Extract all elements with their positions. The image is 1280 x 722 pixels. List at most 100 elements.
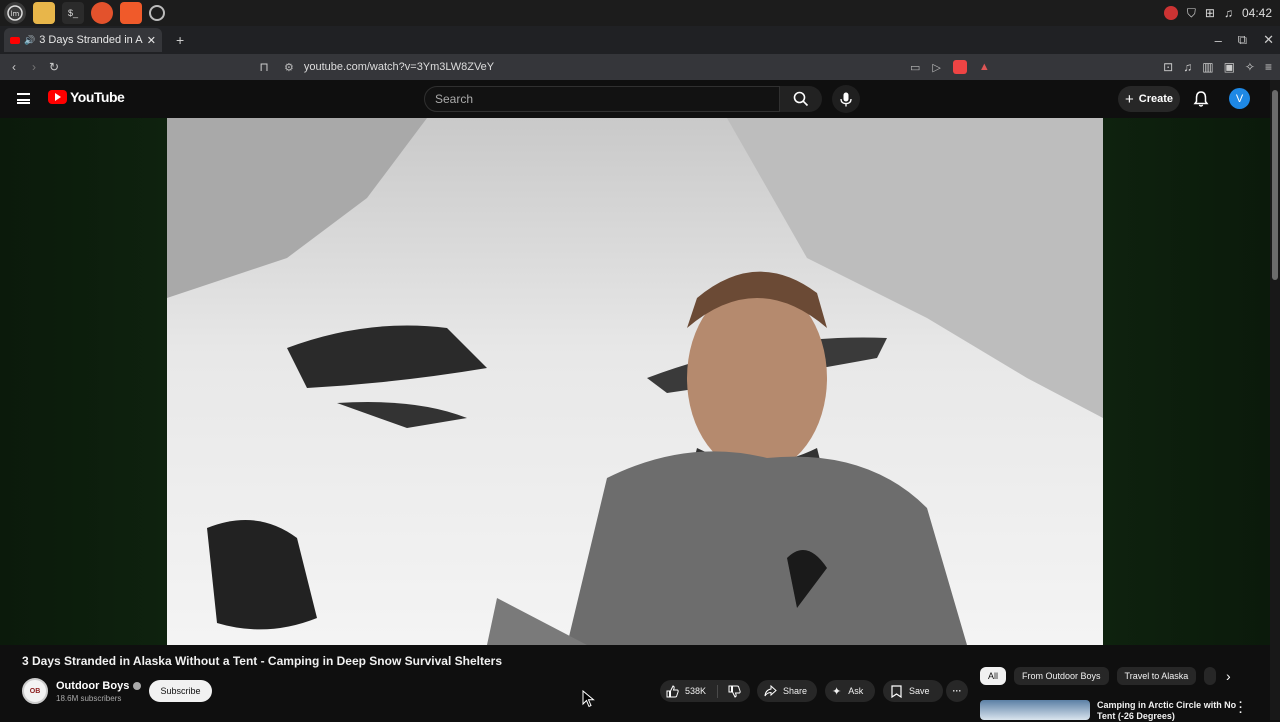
save-label: Save bbox=[909, 686, 930, 696]
video-title: 3 Days Stranded in Alaska Without a Tent… bbox=[22, 654, 502, 668]
recommended-title[interactable]: Camping in Arctic Circle with No Tent (-… bbox=[1097, 700, 1237, 722]
music-icon[interactable]: ♫ bbox=[1224, 6, 1233, 20]
ask-button[interactable]: ✦ Ask bbox=[825, 680, 875, 702]
site-info-icon[interactable]: ⚙ bbox=[284, 61, 294, 74]
chip-from-outdoor-boys[interactable]: From Outdoor Boys bbox=[1014, 667, 1109, 685]
plus-icon: + bbox=[1124, 90, 1134, 108]
tab-youtube[interactable]: 🔊 3 Days Stranded in Alaska ✕ bbox=[4, 28, 162, 52]
share-arrow-icon bbox=[764, 685, 777, 697]
terminal-icon[interactable]: $_ bbox=[62, 2, 84, 24]
back-icon[interactable]: ‹ bbox=[4, 60, 24, 74]
chips-next-icon[interactable]: › bbox=[1226, 668, 1231, 684]
video-player[interactable] bbox=[167, 118, 1103, 645]
search-icon bbox=[793, 91, 809, 107]
youtube-favicon-icon bbox=[10, 36, 20, 44]
chromium-icon[interactable] bbox=[149, 5, 165, 21]
browser-menu-icons: ⊡ ♫ ▥ ▣ ✧ ≡ bbox=[1163, 54, 1272, 80]
subscriber-count: 18.6M subscribers bbox=[56, 693, 122, 703]
notifications-bell-icon[interactable] bbox=[1192, 90, 1210, 108]
voice-search-button[interactable] bbox=[832, 85, 860, 113]
like-dislike-group: 538K bbox=[660, 680, 750, 702]
more-horizontal-icon: ··· bbox=[952, 686, 962, 696]
recommended-video[interactable]: Camping in Arctic Circle with No Tent (-… bbox=[980, 698, 1250, 722]
url-text[interactable]: youtube.com/watch?v=3Ym3LW8ZVeY bbox=[304, 61, 494, 73]
browser-toolbar: ‹ › ↻ ⊓ ⚙ youtube.com/watch?v=3Ym3LW8ZVe… bbox=[0, 54, 1280, 80]
save-button[interactable]: Save bbox=[883, 680, 943, 702]
video-frame bbox=[167, 118, 1103, 645]
recommended-thumbnail[interactable] bbox=[980, 700, 1090, 720]
brave-icon[interactable] bbox=[120, 2, 142, 24]
related-chips: All From Outdoor Boys Travel to Alaska bbox=[980, 667, 1217, 685]
system-tray: ⛉ ⊞ ♫ 04:42 bbox=[1163, 0, 1272, 26]
maximize-icon[interactable]: ⧉ bbox=[1238, 32, 1247, 48]
more-group: ··· bbox=[946, 680, 968, 702]
tab-title: 3 Days Stranded in Alaska bbox=[39, 34, 143, 46]
shield-icon[interactable]: ⛉ bbox=[1187, 6, 1196, 21]
share-button[interactable]: Share bbox=[757, 680, 817, 702]
more-actions-button[interactable]: ··· bbox=[946, 680, 968, 702]
sparkle-icon: ✦ bbox=[832, 685, 842, 698]
network-icon[interactable]: ⊞ bbox=[1205, 6, 1215, 20]
logo-text: YouTube bbox=[70, 89, 125, 105]
bookmark-icon[interactable]: ⊓ bbox=[254, 60, 274, 74]
channel-info: OB Outdoor Boys 18.6M subscribers bbox=[22, 677, 142, 705]
brave-shields-icon[interactable] bbox=[952, 60, 967, 74]
window-controls: – ⧉ ✕ bbox=[1215, 26, 1274, 54]
play-icon[interactable]: ▷ bbox=[932, 61, 940, 74]
microphone-icon bbox=[840, 92, 852, 106]
user-avatar[interactable]: V bbox=[1229, 88, 1250, 109]
search-button[interactable] bbox=[780, 86, 822, 112]
reload-icon[interactable]: ↻ bbox=[44, 60, 64, 74]
new-tab-button[interactable]: + bbox=[176, 32, 184, 48]
channel-name[interactable]: Outdoor Boys bbox=[56, 680, 129, 692]
wallet-icon[interactable]: ▣ bbox=[1224, 60, 1235, 74]
svg-text:lm: lm bbox=[11, 10, 20, 18]
verified-icon bbox=[133, 681, 142, 690]
firefox-icon[interactable] bbox=[91, 2, 113, 24]
recommended-more-icon[interactable]: · · · bbox=[1239, 698, 1243, 719]
files-icon[interactable] bbox=[33, 2, 55, 24]
mint-menu-icon[interactable]: lm bbox=[4, 2, 26, 24]
page-scrollbar[interactable] bbox=[1270, 80, 1280, 720]
close-window-icon[interactable]: ✕ bbox=[1263, 32, 1274, 48]
chip-travel-to-alaska[interactable]: Travel to Alaska bbox=[1116, 667, 1197, 685]
media-icon[interactable]: ♫ bbox=[1183, 60, 1192, 74]
screenshot-icon[interactable]: ⊡ bbox=[1163, 60, 1173, 74]
power-icon[interactable] bbox=[1163, 6, 1178, 20]
thumbs-up-icon bbox=[666, 684, 679, 697]
youtube-logo[interactable]: YouTube bbox=[48, 89, 125, 105]
search-input[interactable]: Search bbox=[424, 86, 780, 112]
forward-icon[interactable]: › bbox=[24, 60, 44, 74]
clock[interactable]: 04:42 bbox=[1242, 6, 1272, 20]
share-group: Share bbox=[757, 680, 817, 702]
youtube-play-icon bbox=[48, 90, 67, 104]
minimize-icon[interactable]: – bbox=[1215, 33, 1222, 48]
share-label: Share bbox=[783, 686, 808, 696]
speaker-icon[interactable]: 🔊 bbox=[24, 35, 35, 46]
sidebar-icon[interactable]: ▥ bbox=[1202, 60, 1213, 74]
subscribe-button[interactable]: Subscribe bbox=[149, 680, 212, 702]
chip-all[interactable]: All bbox=[980, 667, 1007, 685]
scrollbar-thumb[interactable] bbox=[1272, 90, 1278, 280]
chip-partial[interactable] bbox=[1204, 667, 1217, 685]
brave-rewards-icon[interactable]: ▲ bbox=[979, 61, 990, 73]
hamburger-menu-icon[interactable] bbox=[17, 93, 30, 104]
mouse-cursor-icon bbox=[582, 690, 595, 708]
cast-icon[interactable]: ▭ bbox=[910, 61, 920, 74]
close-tab-icon[interactable]: ✕ bbox=[147, 34, 156, 47]
url-actions: ▭ ▷ ▲ bbox=[910, 54, 990, 80]
channel-avatar[interactable]: OB bbox=[22, 678, 48, 704]
browser-tab-strip: 🔊 3 Days Stranded in Alaska ✕ + bbox=[0, 26, 1280, 54]
create-button[interactable]: + Create bbox=[1118, 86, 1180, 112]
search-placeholder: Search bbox=[435, 92, 474, 106]
dislike-button[interactable] bbox=[718, 685, 750, 698]
leo-icon[interactable]: ✧ bbox=[1245, 60, 1255, 74]
thumbs-down-icon bbox=[728, 685, 741, 698]
save-playlist-icon bbox=[891, 684, 902, 698]
youtube-header: YouTube Search + Create V bbox=[0, 80, 1270, 118]
save-group: Save bbox=[883, 680, 943, 702]
like-button[interactable]: 538K bbox=[660, 684, 718, 698]
system-taskbar: lm $_ ⛉ ⊞ ♫ 04:42 bbox=[0, 0, 1280, 26]
menu-icon[interactable]: ≡ bbox=[1265, 60, 1272, 74]
like-dislike-pill: 538K bbox=[660, 680, 750, 702]
